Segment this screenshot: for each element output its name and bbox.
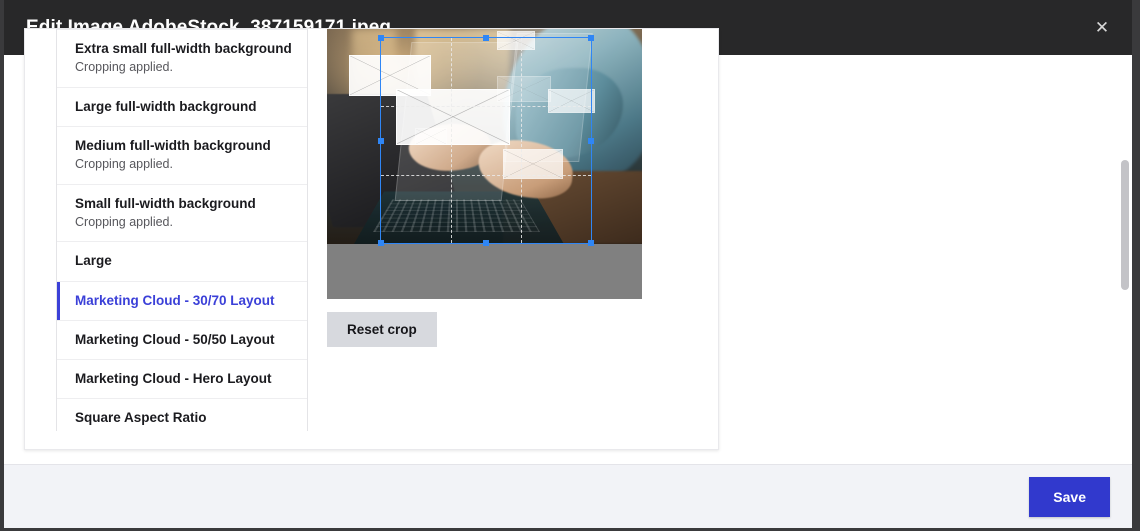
- preset-title: Marketing Cloud - 30/70 Layout: [75, 292, 275, 308]
- crop-handle-top-left[interactable]: [378, 35, 384, 41]
- vertical-scrollbar[interactable]: [1118, 55, 1132, 464]
- crop-handle-middle-left[interactable]: [378, 137, 384, 144]
- card-inner: Extra small full-width background Croppi…: [56, 29, 718, 431]
- crop-preset-list: Extra small full-width background Croppi…: [56, 29, 308, 431]
- list-item[interactable]: Square Aspect Ratio: [57, 399, 307, 431]
- list-item[interactable]: Extra small full-width background Croppi…: [57, 29, 307, 88]
- list-item[interactable]: Small full-width background Cropping app…: [57, 184, 307, 243]
- edit-image-modal: Edit Image AdobeStock_387159171.jpeg ✕ E…: [0, 0, 1140, 531]
- crop-handle-top-center[interactable]: [483, 35, 489, 41]
- list-item[interactable]: Marketing Cloud - 50/50 Layout: [57, 320, 307, 361]
- list-item-selected[interactable]: Marketing Cloud - 30/70 Layout: [57, 281, 307, 321]
- save-button[interactable]: Save: [1029, 476, 1110, 517]
- crop-selection[interactable]: [378, 35, 594, 246]
- modal-body: Extra small full-width background Croppi…: [4, 28, 1132, 464]
- crop-handle-middle-right[interactable]: [588, 137, 594, 144]
- image-edit-card: Extra small full-width background Croppi…: [24, 28, 719, 450]
- preset-title: Extra small full-width background: [75, 41, 292, 56]
- crop-handle-top-right[interactable]: [588, 35, 594, 41]
- preset-title: Marketing Cloud - 50/50 Layout: [75, 331, 275, 347]
- image-stage[interactable]: [327, 29, 642, 299]
- crop-handle-bottom-center[interactable]: [483, 240, 489, 246]
- preset-title: Marketing Cloud - Hero Layout: [75, 371, 272, 387]
- reset-crop-button[interactable]: Reset crop: [327, 312, 437, 347]
- crop-handle-bottom-left[interactable]: [378, 240, 384, 246]
- preset-subtitle: Cropping applied.: [75, 214, 173, 229]
- crop-gridline: [450, 38, 452, 243]
- preset-title: Medium full-width background: [75, 137, 271, 153]
- list-item[interactable]: Large: [57, 242, 307, 282]
- close-icon[interactable]: ✕: [1086, 12, 1118, 44]
- crop-gridline: [381, 174, 591, 176]
- preset-title: Large full-width background: [75, 98, 257, 114]
- scrollbar-thumb[interactable]: [1121, 160, 1129, 290]
- crop-handle-bottom-right[interactable]: [588, 240, 594, 246]
- preset-title: Small full-width background: [75, 195, 256, 211]
- list-item[interactable]: Large full-width background: [57, 87, 307, 127]
- list-item[interactable]: Marketing Cloud - Hero Layout: [57, 360, 307, 400]
- preset-title: Square Aspect Ratio: [75, 410, 207, 426]
- preset-subtitle: Cropping applied.: [75, 157, 173, 172]
- list-item[interactable]: Medium full-width background Cropping ap…: [57, 126, 307, 185]
- crop-gridline: [381, 106, 591, 108]
- image-preview-panel: Reset crop: [308, 29, 718, 431]
- preset-title: Large: [75, 253, 112, 269]
- modal-footer: Save: [4, 464, 1132, 528]
- crop-gridline: [520, 38, 522, 243]
- preset-subtitle: Cropping applied.: [75, 60, 173, 75]
